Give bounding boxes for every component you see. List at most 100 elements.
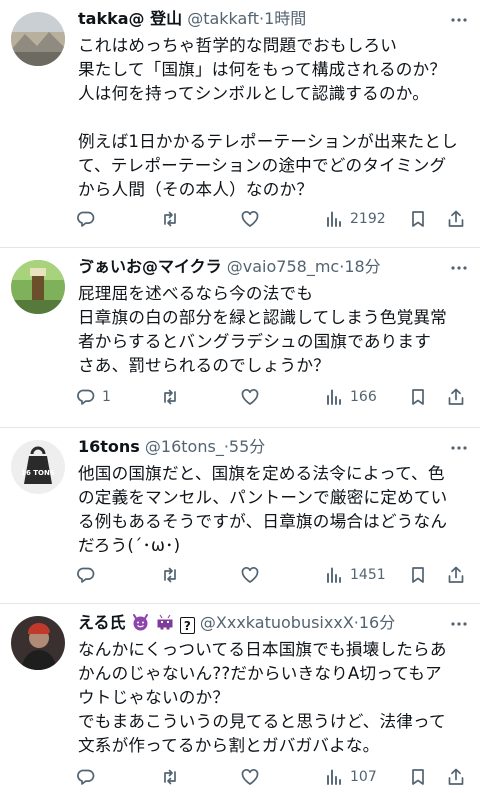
question-box-glyph: ? — [183, 619, 191, 633]
action-bar: 2192 — [76, 208, 472, 230]
avatar-person-photo — [11, 616, 65, 670]
post-time[interactable]: 1時間 — [264, 9, 306, 28]
like-button[interactable] — [240, 386, 260, 408]
heart-icon — [241, 566, 259, 583]
display-name[interactable]: える氏 — [78, 613, 126, 632]
reply-icon — [77, 389, 95, 405]
share-button[interactable] — [446, 208, 466, 230]
post-header: ゔぁいお@マイクラ @vaio758_mc·18分 — [78, 256, 446, 278]
more-options-icon[interactable] — [450, 439, 468, 457]
post-text: 他国の国旗だと、国旗を定める法令によって、色 の定義をマンセル、パントーンで厳密… — [78, 462, 470, 558]
views-button[interactable]: 1451 — [324, 564, 386, 586]
user-handle[interactable]: @16tons_ — [145, 437, 224, 456]
bookmark-button[interactable] — [408, 564, 428, 586]
views-chart-icon — [327, 567, 341, 583]
heart-icon — [241, 210, 259, 227]
question-box-emoji-icon: ? — [179, 617, 195, 634]
post-text-line: だろう(´･ω･) — [78, 536, 181, 555]
action-bar: 1451 — [76, 564, 472, 586]
repost-icon — [164, 211, 176, 227]
post-text: なんかにくっついてる日本国旗でも損壊したらあ かんのじゃないん??だからいきなり… — [78, 638, 470, 758]
post-vaio[interactable]: ゔぁいお@マイクラ @vaio758_mc·18分 屁理屈を述べるなら今の法でも… — [0, 248, 480, 428]
post-text: 屁理屈を述べるなら今の法でも 日章旗の白の部分を緑と認識してしまう色覚異常 者か… — [78, 282, 470, 378]
views-count: 2192 — [350, 211, 386, 227]
bookmark-button[interactable] — [408, 208, 428, 230]
views-button[interactable]: 166 — [324, 386, 377, 408]
like-button[interactable] — [240, 564, 260, 586]
share-button[interactable] — [446, 766, 466, 788]
share-icon — [448, 566, 464, 583]
post-time[interactable]: 16分 — [359, 613, 395, 632]
bookmark-button[interactable] — [408, 386, 428, 408]
more-options-icon[interactable] — [450, 259, 468, 277]
reply-button[interactable] — [76, 564, 102, 586]
post-text-line: なんかにくっついてる日本国旗でも損壊したらあ — [78, 640, 447, 659]
avatar[interactable] — [11, 12, 65, 66]
post-16tons[interactable]: 16 TONS 16tons @16tons_·55分 他国の国旗だと、国旗を定… — [0, 428, 480, 604]
smiling-devil-emoji-icon — [132, 614, 148, 631]
share-button[interactable] — [446, 564, 466, 586]
post-takka[interactable]: takka@ 登山 @takkaft·1時間 これはめっちゃ哲学的な問題でおもし… — [0, 0, 480, 248]
post-text-line: 文系が作ってるから割とガバガバよな。 — [78, 736, 380, 755]
post-text-line: さあ、罰せられるのでしょうか？ — [78, 356, 330, 375]
bookmark-icon — [412, 211, 424, 227]
views-count: 1451 — [350, 567, 386, 583]
views-button[interactable]: 2192 — [324, 208, 386, 230]
repost-icon — [164, 389, 176, 405]
reply-icon — [77, 567, 95, 583]
views-chart-icon — [327, 211, 341, 227]
like-button[interactable] — [240, 208, 260, 230]
repost-button[interactable] — [160, 386, 180, 408]
timeline-feed: takka@ 登山 @takkaft·1時間 これはめっちゃ哲学的な問題でおもし… — [0, 0, 480, 793]
reply-icon — [77, 769, 95, 785]
reply-icon — [77, 211, 95, 227]
user-handle[interactable]: @vaio758_mc — [227, 257, 339, 276]
reply-button[interactable]: 1 — [76, 386, 111, 408]
more-options-icon[interactable] — [450, 615, 468, 633]
avatar-16tons-weight: 16 TONS — [11, 440, 65, 494]
reply-button[interactable] — [76, 766, 102, 788]
user-handle[interactable]: @takkaft — [187, 9, 259, 28]
post-text-line — [78, 106, 470, 130]
repost-icon — [164, 567, 176, 583]
display-name[interactable]: takka@ 登山 — [78, 9, 182, 28]
repost-button[interactable] — [160, 208, 180, 230]
avatar[interactable] — [11, 616, 65, 670]
post-text-line: 他国の国旗だと、国旗を定める法令によって、色 — [78, 464, 445, 483]
repost-button[interactable] — [160, 766, 180, 788]
reply-button[interactable] — [76, 208, 102, 230]
views-chart-icon — [327, 769, 341, 785]
views-chart-icon — [327, 389, 341, 405]
alien-monster-emoji-icon — [157, 614, 173, 630]
display-name[interactable]: ゔぁいお@マイクラ — [78, 257, 222, 276]
post-eru[interactable]: える氏 ? @XxxkatuobusixxX·16分 なんかにくっついてる日本国… — [0, 604, 480, 793]
post-text: これはめっちゃ哲学的な問題でおもしろい 果たして「国旗」は何をもって構成されるの… — [78, 34, 470, 202]
post-time[interactable]: 55分 — [229, 437, 265, 456]
post-time[interactable]: 18分 — [344, 257, 380, 276]
share-icon — [448, 768, 464, 785]
bookmark-button[interactable] — [408, 766, 428, 788]
post-text-line: ウトじゃないのか？ — [78, 688, 230, 707]
share-button[interactable] — [446, 386, 466, 408]
avatar[interactable] — [11, 260, 65, 314]
avatar[interactable]: 16 TONS — [11, 440, 65, 494]
more-options-icon[interactable] — [450, 11, 468, 29]
bookmark-icon — [412, 567, 424, 583]
post-header: takka@ 登山 @takkaft·1時間 — [78, 8, 446, 30]
repost-icon — [164, 769, 176, 785]
display-name[interactable]: 16tons — [78, 437, 140, 456]
post-text-line: の定義をマンセル、パントーンで厳密に定めてい — [78, 488, 448, 507]
action-bar: 1 166 — [76, 386, 472, 408]
post-text-line: 屁理屈を述べるなら今の法でも — [78, 284, 314, 303]
share-icon — [448, 210, 464, 227]
repost-button[interactable] — [160, 564, 180, 586]
post-text-line: でもまあこういうの見てると思うけど、法律って — [78, 712, 446, 731]
avatar-text: 16 TONS — [21, 469, 55, 477]
post-header: える氏 ? @XxxkatuobusixxX·16分 — [78, 612, 446, 634]
user-handle[interactable]: @XxxkatuobusixxX — [200, 613, 354, 632]
views-button[interactable]: 107 — [324, 766, 377, 788]
post-text-line: 者からするとバングラデシュの国旗であります — [78, 332, 431, 351]
share-icon — [448, 388, 464, 405]
like-button[interactable] — [240, 766, 260, 788]
views-count: 107 — [350, 769, 377, 785]
